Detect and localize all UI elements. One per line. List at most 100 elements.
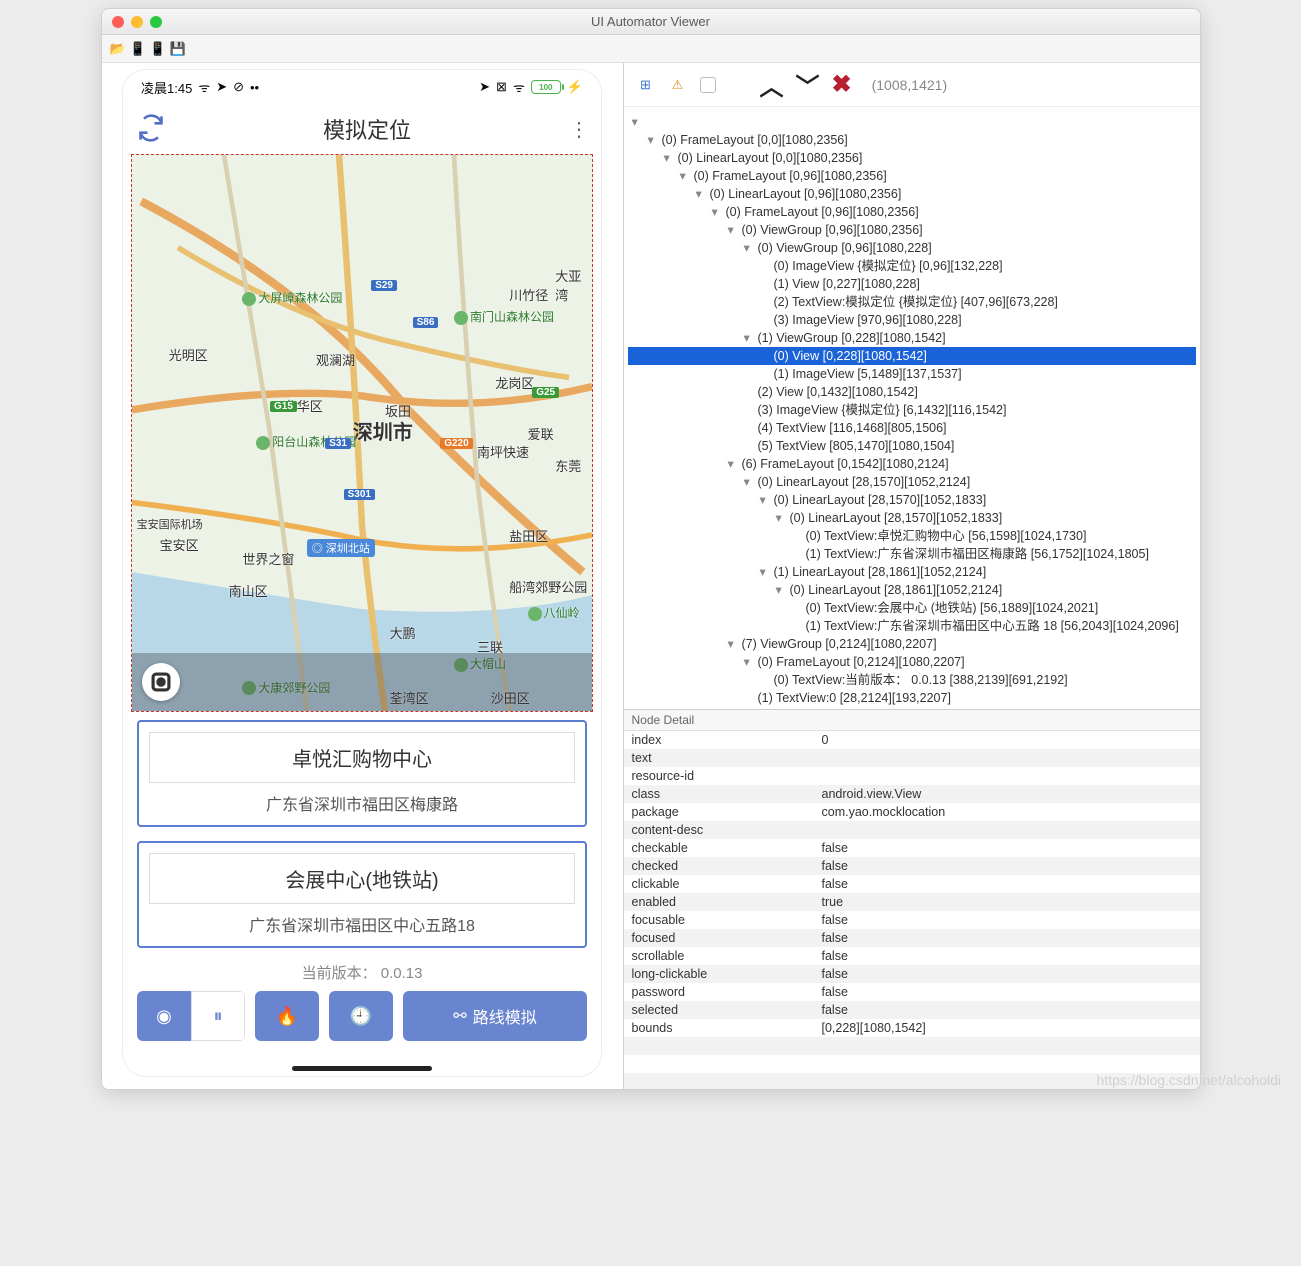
tree-row[interactable]: ▾(0) FrameLayout [0,96][1080,2356] (628, 203, 1196, 221)
tree-row[interactable]: (3) ImageView {模拟定位} [6,1432][116,1542] (628, 401, 1196, 419)
tree-row[interactable]: ▾(0) LinearLayout [0,0][1080,2356] (628, 149, 1196, 167)
next-node-icon[interactable]: ﹀ (796, 67, 820, 102)
map-district-label: 南坪快速 (477, 442, 529, 461)
clock-button[interactable]: 🕘 (329, 991, 393, 1041)
detail-key: scrollable (624, 947, 814, 965)
tree-row[interactable]: (0) TextView:当前版本： 0.0.13 [388,2139][691… (628, 671, 1196, 689)
hierarchy-tree[interactable]: ▾▾(0) FrameLayout [0,0][1080,2356]▾(0) L… (624, 107, 1200, 709)
detail-value (814, 821, 1200, 839)
more-menu-icon[interactable]: ⋮ (569, 117, 587, 142)
stop-button[interactable]: ◉ (137, 991, 191, 1041)
tree-row[interactable]: (2) TextView:模拟定位 {模拟定位} [407,96][673,22… (628, 293, 1196, 311)
detail-row: enabledtrue (624, 893, 1200, 911)
tree-row[interactable]: (0) ImageView {模拟定位} [0,96][132,228] (628, 257, 1196, 275)
location-card[interactable]: 卓悦汇购物中心 广东省深圳市福田区梅康路 (137, 720, 587, 827)
refresh-icon[interactable] (137, 114, 165, 145)
map-district-label: 盐田区 (509, 526, 548, 545)
clear-icon[interactable]: ✖ (832, 70, 852, 99)
map-road-badge: S301 (344, 489, 375, 500)
tree-row[interactable]: ▾(6) FrameLayout [0,1542][1080,2124] (628, 455, 1196, 473)
tree-row[interactable]: (1) TextView:广东省深圳市福田区梅康路 [56,1752][1024… (628, 545, 1196, 563)
tree-row[interactable]: ▾(0) LinearLayout [28,1570][1052,2124] (628, 473, 1196, 491)
detail-row: index0 (624, 731, 1200, 749)
detail-value: [0,228][1080,1542] (814, 1019, 1200, 1037)
phone-statusbar: 凌晨1:45 ᯤ ➤ ⊘ •• ➤ ⊠ ᯤ 100 ⚡ (123, 70, 601, 104)
do-not-disturb-icon: ⊘ (233, 79, 244, 95)
detail-row: passwordfalse (624, 983, 1200, 1001)
detail-value: false (814, 875, 1200, 893)
detail-key: checkable (624, 839, 814, 857)
tree-row[interactable]: ▾(0) ViewGroup [0,96][1080,228] (628, 239, 1196, 257)
tree-row[interactable]: (5) TextView [805,1470][1080,1504] (628, 437, 1196, 455)
map-district-label: 大亚湾 (555, 266, 592, 304)
fire-button[interactable]: 🔥 (255, 991, 319, 1041)
detail-row: selectedfalse (624, 1001, 1200, 1019)
tree-row[interactable]: ▾(1) ViewGroup [0,228][1080,1542] (628, 329, 1196, 347)
map-view[interactable]: 深圳市 ◎ 深圳北站 光明区观澜湖龙岗区龙华区坂田南坪快速盐田区宝安区世界之窗爱… (131, 154, 593, 712)
battery-icon: 100 (531, 80, 561, 94)
detail-row: scrollablefalse (624, 947, 1200, 965)
detail-row: bounds[0,228][1080,1542] (624, 1019, 1200, 1037)
map-district-label: 南山区 (229, 581, 268, 600)
location-icon: ➤ (479, 79, 490, 95)
route-sim-button[interactable]: ⚯ 路线模拟 (403, 991, 587, 1041)
tree-row[interactable]: (3) ImageView [970,96][1080,228] (628, 311, 1196, 329)
location-cards: 卓悦汇购物中心 广东省深圳市福田区梅康路 会展中心(地铁站) 广东省深圳市福田区… (123, 712, 601, 948)
app-toolbar: 📂 📱 📱 💾 (102, 35, 1200, 63)
tree-row[interactable]: (0) View [0,228][1080,1542] (628, 347, 1196, 365)
tree-row[interactable]: (1) TextView:0 [28,2124][193,2207] (628, 689, 1196, 707)
tree-row[interactable]: (0) TextView:会展中心 (地铁站) [56,1889][1024,2… (628, 599, 1196, 617)
detail-value: false (814, 983, 1200, 1001)
device-screenshot-icon[interactable]: 📱 (130, 41, 146, 57)
detail-key: password (624, 983, 814, 1001)
pause-button[interactable]: ⏸ (191, 991, 245, 1041)
map-district-label: 龙岗区 (495, 373, 534, 392)
tree-row[interactable]: (1) ImageView [5,1489][137,1537] (628, 365, 1196, 383)
route-icon: ⚯ (453, 1006, 466, 1026)
detail-key: index (624, 731, 814, 749)
detail-row: classandroid.view.View (624, 785, 1200, 803)
detail-row: checkedfalse (624, 857, 1200, 875)
open-folder-icon[interactable]: 📂 (110, 41, 126, 57)
detail-value: false (814, 965, 1200, 983)
tree-row[interactable]: (0) TextView:卓悦汇购物中心 [56,1598][1024,1730… (628, 527, 1196, 545)
detail-key: checked (624, 857, 814, 875)
detail-row: content-desc (624, 821, 1200, 839)
tree-row[interactable]: ▾(0) FrameLayout [0,2124][1080,2207] (628, 653, 1196, 671)
tree-row[interactable]: ▾(0) ViewGroup [0,96][1080,2356] (628, 221, 1196, 239)
map-district-label: 大鹏 (390, 623, 416, 642)
tree-row[interactable]: ▾(7) ViewGroup [0,2124][1080,2207] (628, 635, 1196, 653)
detail-key: enabled (624, 893, 814, 911)
detail-value (814, 767, 1200, 785)
detail-key: focusable (624, 911, 814, 929)
toggle-checkbox[interactable] (700, 77, 716, 93)
expand-all-icon[interactable]: ⊞ (636, 75, 656, 95)
naf-toggle-icon[interactable]: ⚠ (668, 75, 688, 95)
tree-row[interactable]: ▾(1) LinearLayout [28,1861][1052,2124] (628, 563, 1196, 581)
tree-row[interactable]: ▾(0) LinearLayout [0,96][1080,2356] (628, 185, 1196, 203)
screenshot-pane: 凌晨1:45 ᯤ ➤ ⊘ •• ➤ ⊠ ᯤ 100 ⚡ (102, 63, 624, 1089)
tree-row[interactable]: ▾(0) LinearLayout [28,1861][1052,2124] (628, 581, 1196, 599)
tree-row[interactable]: (2) View [0,1432][1080,1542] (628, 383, 1196, 401)
detail-value: false (814, 839, 1200, 857)
prev-node-icon[interactable]: ︿ (760, 67, 784, 102)
tree-row[interactable]: (4) TextView [116,1468][805,1506] (628, 419, 1196, 437)
tree-row[interactable]: (1) TextView:广东省深圳市福田区中心五路 18 [56,2043][… (628, 617, 1196, 635)
map-bottom-overlay (132, 653, 592, 711)
tree-row[interactable]: ▾(0) FrameLayout [0,96][1080,2356] (628, 167, 1196, 185)
card-subtitle: 广东省深圳市福田区中心五路18 (149, 912, 575, 936)
tree-row[interactable]: ▾(0) FrameLayout [0,0][1080,2356] (628, 131, 1196, 149)
tree-row[interactable]: ▾ (628, 113, 1196, 131)
device-dump-icon[interactable]: 📱 (150, 41, 166, 57)
card-subtitle: 广东省深圳市福田区梅康路 (149, 791, 575, 815)
location-card[interactable]: 会展中心(地铁站) 广东省深圳市福田区中心五路18 (137, 841, 587, 948)
save-icon[interactable]: 💾 (170, 41, 186, 57)
tree-row[interactable]: ▾(0) LinearLayout [28,1570][1052,1833] (628, 491, 1196, 509)
detail-value: false (814, 929, 1200, 947)
rotation-lock-icon: ⊠ (496, 79, 507, 95)
locate-me-button[interactable] (142, 663, 180, 701)
tree-row[interactable]: (1) View [0,227][1080,228] (628, 275, 1196, 293)
detail-row: focusedfalse (624, 929, 1200, 947)
detail-key: clickable (624, 875, 814, 893)
tree-row[interactable]: ▾(0) LinearLayout [28,1570][1052,1833] (628, 509, 1196, 527)
